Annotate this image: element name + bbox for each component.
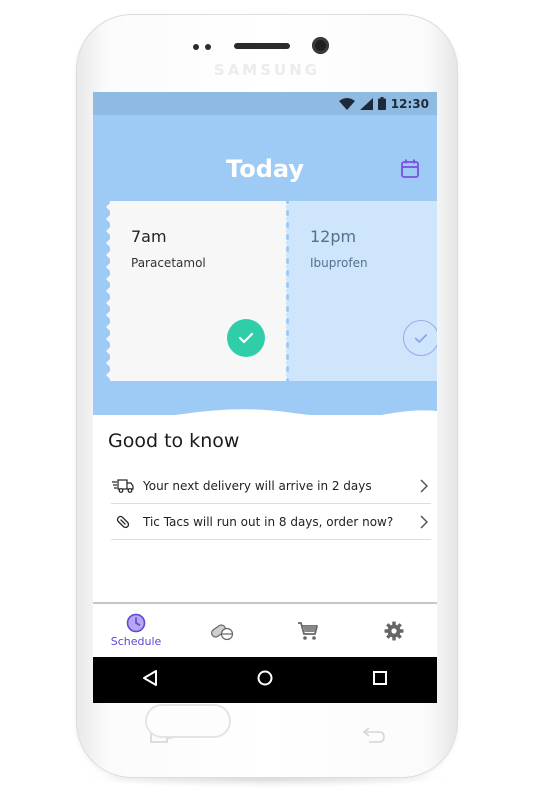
list-item-text: Your next delivery will arrive in 2 days bbox=[143, 478, 372, 493]
back-hardware-icon[interactable] bbox=[362, 727, 385, 747]
earpiece-speaker bbox=[234, 43, 290, 49]
header-wave-divider bbox=[93, 409, 437, 423]
check-icon bbox=[238, 332, 254, 344]
status-bar: 12:30 bbox=[93, 92, 437, 115]
pills-icon bbox=[211, 623, 234, 640]
pill-icon bbox=[111, 514, 135, 530]
mark-taken-button[interactable] bbox=[403, 320, 437, 356]
nav-item-schedule[interactable]: Schedule bbox=[93, 604, 179, 657]
recents-square-icon[interactable] bbox=[371, 669, 389, 691]
nav-item-medications[interactable] bbox=[179, 604, 265, 657]
today-header-panel: Today 7am Paracetamol 12pm Ibuprofen bbox=[93, 115, 437, 423]
cart-icon bbox=[298, 621, 318, 640]
dose-medication: Ibuprofen bbox=[310, 256, 368, 270]
home-circle-icon[interactable] bbox=[256, 669, 274, 691]
dose-time: 7am bbox=[131, 227, 167, 246]
phone-screen: 12:30 Today 7am Paracetamol 12pm Ibuprof… bbox=[93, 92, 437, 703]
nav-item-cart[interactable] bbox=[265, 604, 351, 657]
sensor-dot bbox=[205, 44, 211, 50]
list-item[interactable]: Tic Tacs will run out in 8 days, order n… bbox=[111, 504, 431, 540]
list-item[interactable]: Your next delivery will arrive in 2 days bbox=[111, 468, 431, 504]
taken-check-button[interactable] bbox=[227, 319, 265, 357]
device-brand: SAMSUNG bbox=[213, 61, 321, 79]
section-title: Good to know bbox=[108, 430, 240, 452]
dose-medication: Paracetamol bbox=[131, 256, 206, 270]
dose-card[interactable]: 12pm Ibuprofen bbox=[285, 201, 437, 381]
calendar-icon[interactable] bbox=[401, 159, 419, 182]
chevron-right-icon bbox=[417, 514, 431, 529]
nav-item-settings[interactable] bbox=[351, 604, 437, 657]
delivery-truck-icon bbox=[111, 478, 135, 493]
home-hardware-button[interactable] bbox=[145, 704, 231, 738]
check-icon bbox=[414, 333, 428, 343]
nav-label: Schedule bbox=[110, 635, 162, 648]
bottom-navigation: Schedule bbox=[93, 602, 437, 659]
front-camera bbox=[312, 37, 329, 54]
gear-icon bbox=[384, 621, 404, 640]
list-item-text: Tic Tacs will run out in 8 days, order n… bbox=[143, 514, 394, 529]
ticket-edge bbox=[106, 201, 112, 381]
page-title: Today bbox=[226, 155, 304, 183]
back-triangle-icon[interactable] bbox=[141, 669, 159, 691]
chevron-right-icon bbox=[417, 478, 431, 493]
android-navigation-bar bbox=[93, 657, 437, 703]
sensor-dot bbox=[193, 44, 199, 50]
clock-icon bbox=[126, 613, 146, 633]
battery-icon bbox=[377, 97, 386, 110]
status-time: 12:30 bbox=[390, 96, 429, 111]
ticket-edge bbox=[285, 201, 291, 381]
dose-card[interactable]: 7am Paracetamol bbox=[106, 201, 290, 381]
wifi-icon bbox=[338, 97, 355, 110]
dose-time: 12pm bbox=[310, 227, 357, 246]
cellular-signal-icon bbox=[359, 97, 373, 110]
